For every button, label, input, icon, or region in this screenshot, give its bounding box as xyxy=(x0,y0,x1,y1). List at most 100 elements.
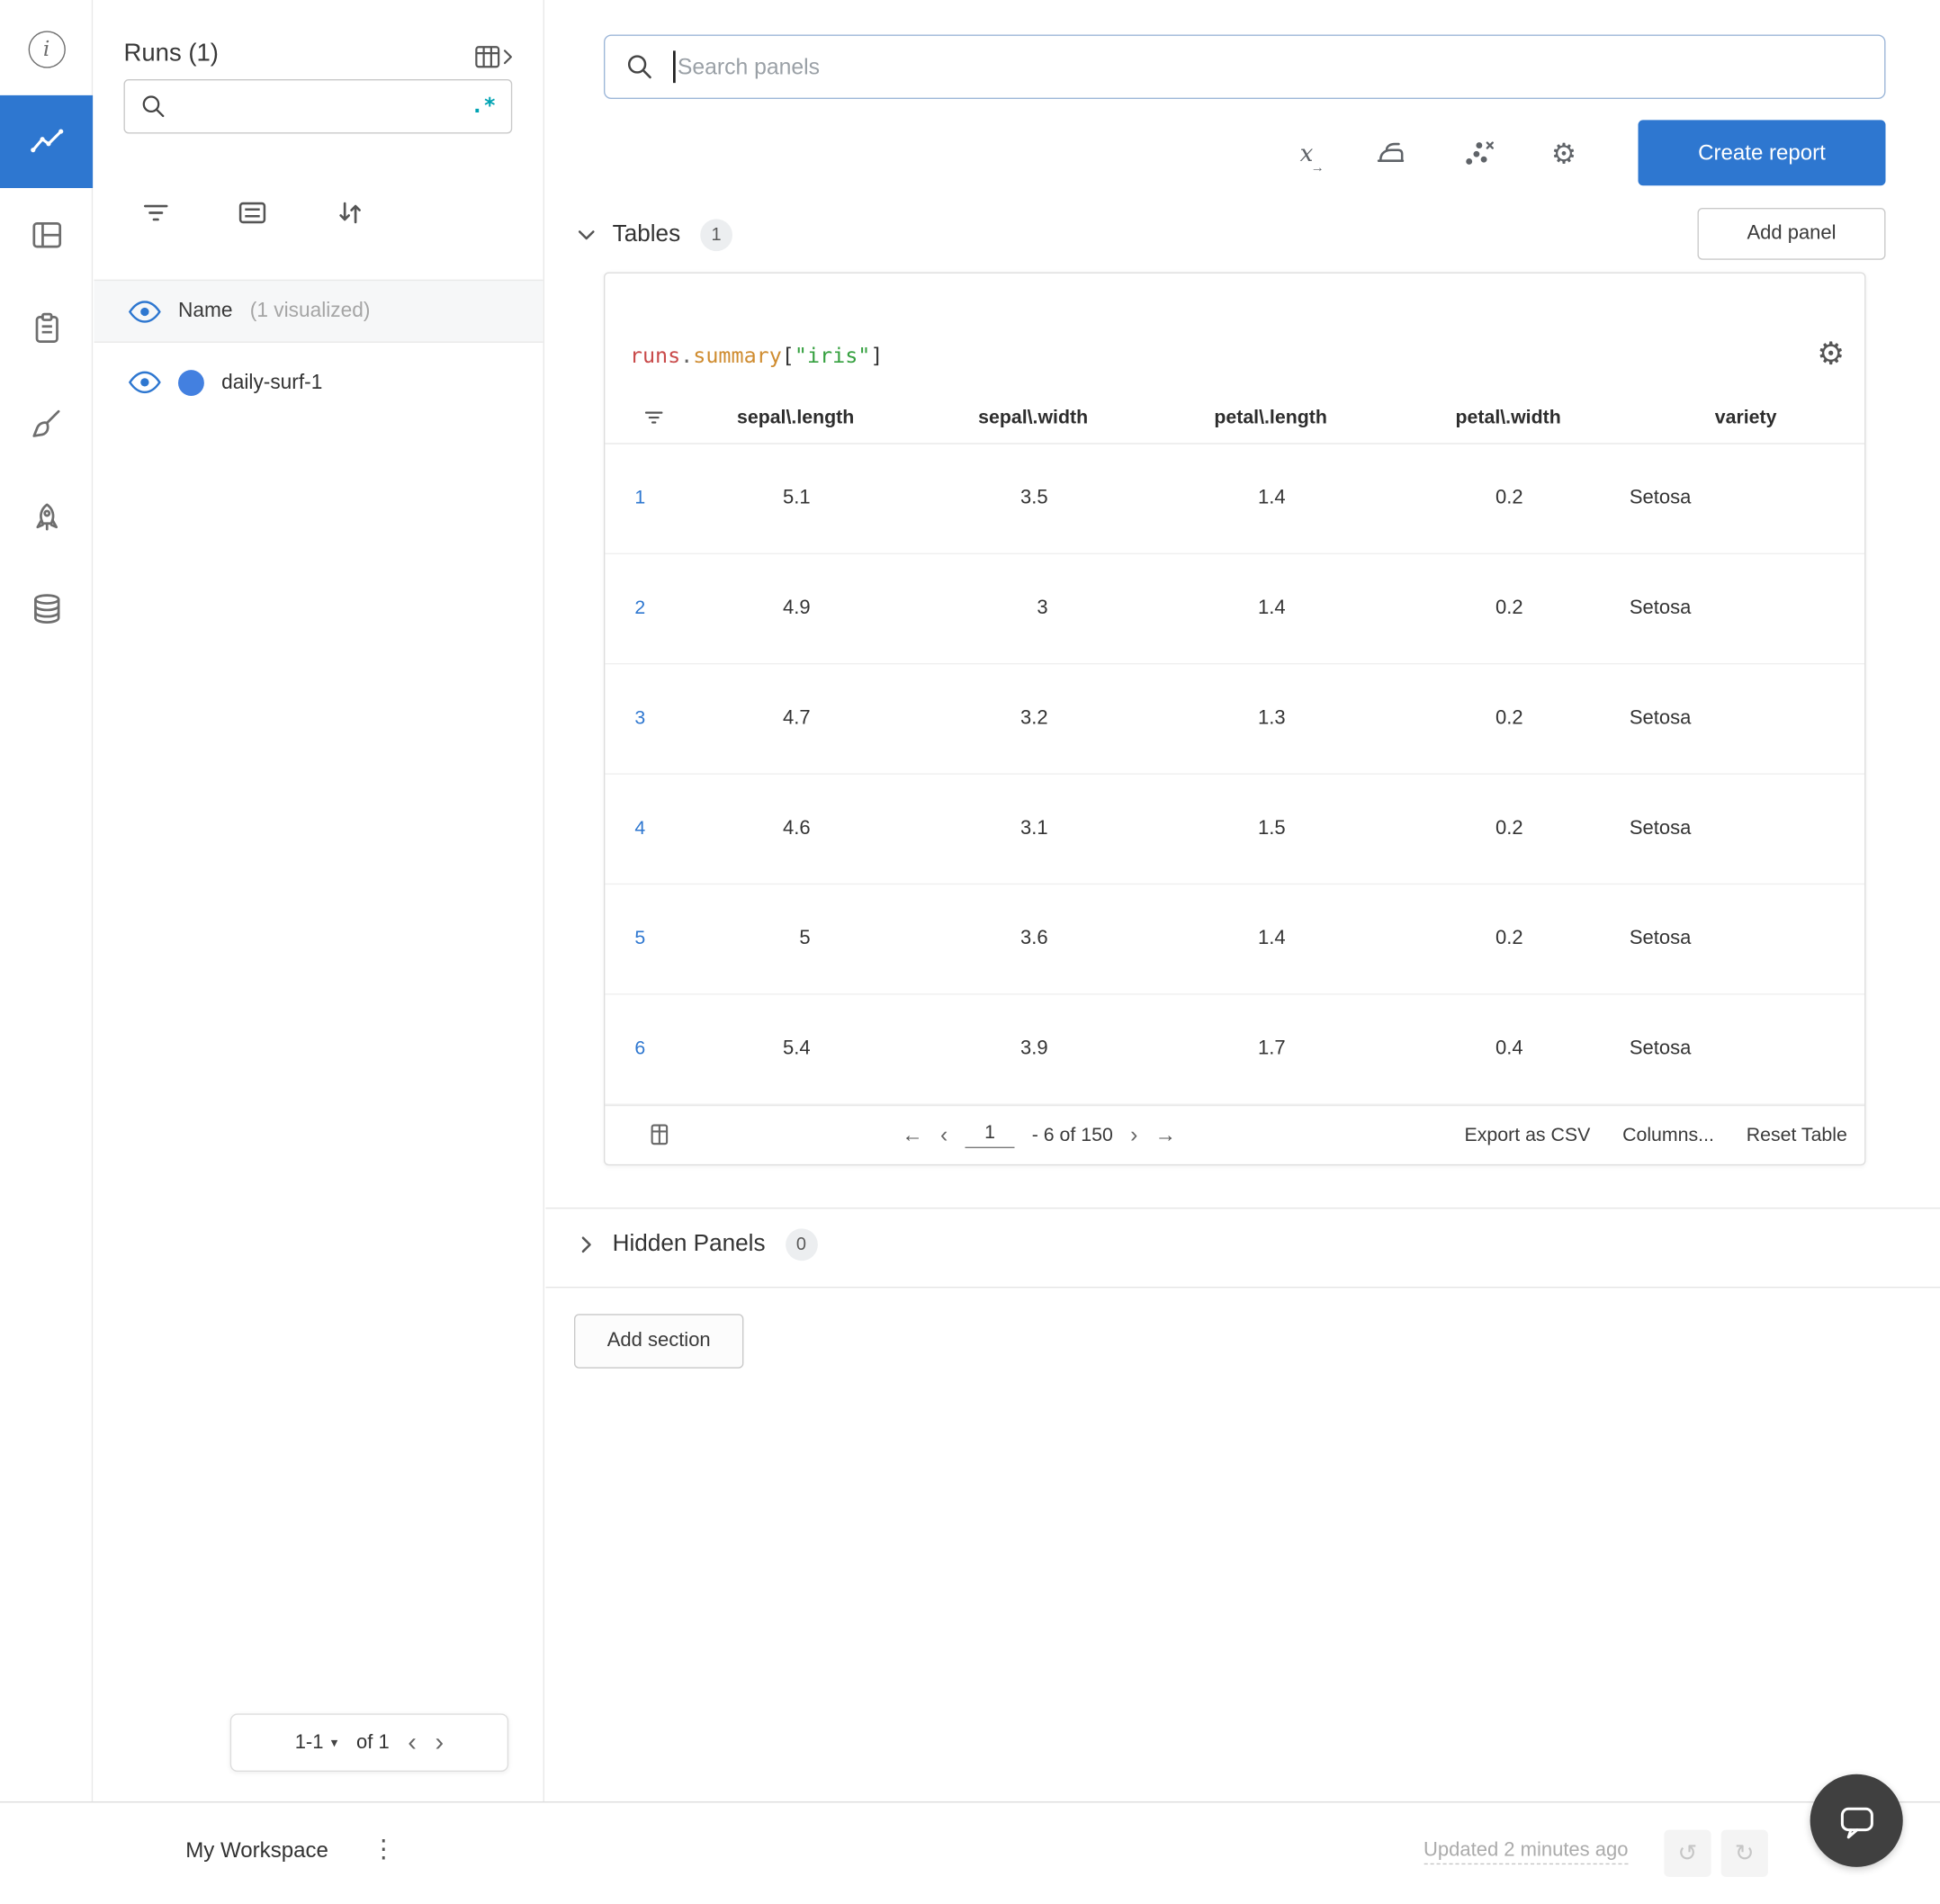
column-header[interactable]: petal\.length xyxy=(1152,407,1389,429)
export-csv-button[interactable]: Export as CSV xyxy=(1465,1124,1591,1146)
nav-logs[interactable] xyxy=(0,288,93,367)
cell: 0.2 xyxy=(1495,487,1523,509)
cell: 3 xyxy=(1037,597,1048,619)
code-dot: . xyxy=(680,344,694,369)
nav-panels[interactable] xyxy=(0,195,93,274)
column-header[interactable]: petal\.width xyxy=(1389,407,1627,429)
app-root: Runs (1) xyxy=(0,0,1940,1904)
panel-settings-button[interactable] xyxy=(1817,336,1845,373)
create-report-button[interactable]: Create report xyxy=(1638,120,1886,186)
page-number-input[interactable]: 1 xyxy=(965,1122,1015,1148)
table-row: 5 5 3.6 1.4 0.2 Setosa xyxy=(605,885,1865,995)
run-color-dot xyxy=(178,369,204,396)
smoothing-button[interactable] xyxy=(1373,136,1408,171)
run-row[interactable]: daily-surf-1 xyxy=(94,346,543,418)
column-header[interactable]: sepal\.width xyxy=(914,407,1152,429)
chevron-down-icon xyxy=(578,230,595,240)
column-header[interactable]: variety xyxy=(1627,407,1864,429)
cell: 1.4 xyxy=(1258,928,1286,949)
cell: 1.7 xyxy=(1258,1037,1286,1059)
cell: 5 xyxy=(799,928,811,949)
runs-page-range-dropdown[interactable]: 1-1 xyxy=(295,1731,338,1754)
runs-filter-button[interactable] xyxy=(139,188,174,238)
cell: 5.4 xyxy=(783,1037,811,1059)
cell: 0.2 xyxy=(1495,707,1523,729)
nav-workspace[interactable] xyxy=(0,94,94,188)
reset-table-button[interactable]: Reset Table xyxy=(1747,1124,1847,1146)
row-index-link[interactable]: 3 xyxy=(605,708,677,731)
runs-next-page-button[interactable] xyxy=(436,1728,445,1757)
table-pagination: 1 - 6 of 150 xyxy=(902,1106,1176,1164)
chat-support-button[interactable] xyxy=(1810,1774,1903,1867)
visualize-all-eye-button[interactable] xyxy=(129,300,161,323)
visualized-count-label: (1 visualized) xyxy=(249,299,371,322)
panel-search-input[interactable] xyxy=(677,53,1865,80)
row-index-link[interactable]: 4 xyxy=(605,818,677,840)
cell: 0.2 xyxy=(1495,597,1523,619)
workspace-menu-button[interactable] xyxy=(372,1834,397,1864)
runs-group-button[interactable] xyxy=(235,188,270,238)
nav-overview[interactable] xyxy=(0,10,93,89)
nav-artifacts[interactable] xyxy=(0,570,93,649)
runs-search-input[interactable] xyxy=(179,94,472,118)
last-page-button[interactable] xyxy=(1155,1123,1176,1148)
regex-toggle[interactable] xyxy=(471,94,496,120)
runs-prev-page-button[interactable] xyxy=(408,1728,417,1757)
icon-rail xyxy=(0,0,94,1801)
row-index-link[interactable]: 2 xyxy=(605,597,677,620)
table-footer-actions: Export as CSV Columns... Reset Table xyxy=(1465,1106,1847,1164)
cell: 3.2 xyxy=(1020,707,1048,729)
table-filter-button[interactable] xyxy=(605,406,677,429)
row-index-link[interactable]: 1 xyxy=(605,488,677,510)
redo-button[interactable] xyxy=(1720,1829,1768,1877)
broom-icon xyxy=(31,409,59,437)
first-page-button[interactable] xyxy=(902,1123,922,1148)
x-axis-icon xyxy=(1300,139,1314,166)
columns-button[interactable]: Columns... xyxy=(1622,1124,1714,1146)
line-chart-icon xyxy=(30,128,63,152)
list-icon xyxy=(238,202,266,224)
scatter-exclude-icon xyxy=(1466,141,1494,165)
gear-icon xyxy=(1817,336,1845,373)
table-row: 3 4.7 3.2 1.3 0.2 Setosa xyxy=(605,664,1865,775)
hidden-panels-expand-button[interactable] xyxy=(573,1231,600,1258)
clipboard-icon xyxy=(34,312,58,343)
chevron-right-icon xyxy=(581,1236,591,1253)
nav-launch[interactable] xyxy=(0,479,93,558)
cell: 3.1 xyxy=(1020,817,1048,840)
updated-timestamp: Updated 2 minutes ago xyxy=(1424,1840,1629,1865)
panel-title-code: runs.summary["iris"] xyxy=(630,344,884,369)
hidden-panels-section-header[interactable]: Hidden Panels 0 xyxy=(573,1227,818,1262)
prev-page-button[interactable] xyxy=(940,1122,948,1148)
code-obj: runs xyxy=(629,344,681,369)
name-column-label: Name xyxy=(178,299,233,322)
undo-button[interactable] xyxy=(1664,1829,1711,1877)
next-page-button[interactable] xyxy=(1130,1122,1137,1148)
x-axis-settings-button[interactable] xyxy=(1289,136,1325,171)
table-view-toggle-button[interactable] xyxy=(650,1124,669,1146)
runs-table-expand-button[interactable] xyxy=(474,42,514,72)
runs-sidebar: Runs (1) .* Name (1 visualized) daily-su… xyxy=(94,0,544,1801)
cell: 3.6 xyxy=(1020,928,1048,949)
cell: 0.2 xyxy=(1495,928,1523,949)
cell: 1.4 xyxy=(1258,487,1286,509)
text-cursor xyxy=(673,50,676,84)
add-section-button[interactable]: Add section xyxy=(574,1314,744,1369)
runs-sort-button[interactable] xyxy=(333,188,368,238)
table-row: 1 5.1 3.5 1.4 0.2 Setosa xyxy=(605,445,1865,554)
run-eye-button[interactable] xyxy=(129,371,161,394)
rocket-icon xyxy=(35,503,58,531)
workspace-settings-button[interactable] xyxy=(1547,136,1582,171)
table-header-row: sepal\.length sepal\.width petal\.length… xyxy=(605,392,1865,445)
code-string: "iris" xyxy=(794,344,871,369)
outliers-button[interactable] xyxy=(1461,136,1496,171)
tables-collapse-button[interactable] xyxy=(573,221,600,248)
add-panel-button[interactable]: Add panel xyxy=(1697,208,1886,260)
column-header[interactable]: sepal\.length xyxy=(677,407,914,429)
iris-table-panel: runs.summary["iris"] sepal\.length sepal… xyxy=(604,272,1866,1166)
row-index-link[interactable]: 6 xyxy=(605,1038,677,1061)
row-index-link[interactable]: 5 xyxy=(605,928,677,950)
nav-sweeps[interactable] xyxy=(0,385,93,464)
cell: Setosa xyxy=(1629,928,1692,949)
runs-table-icon xyxy=(475,46,512,68)
